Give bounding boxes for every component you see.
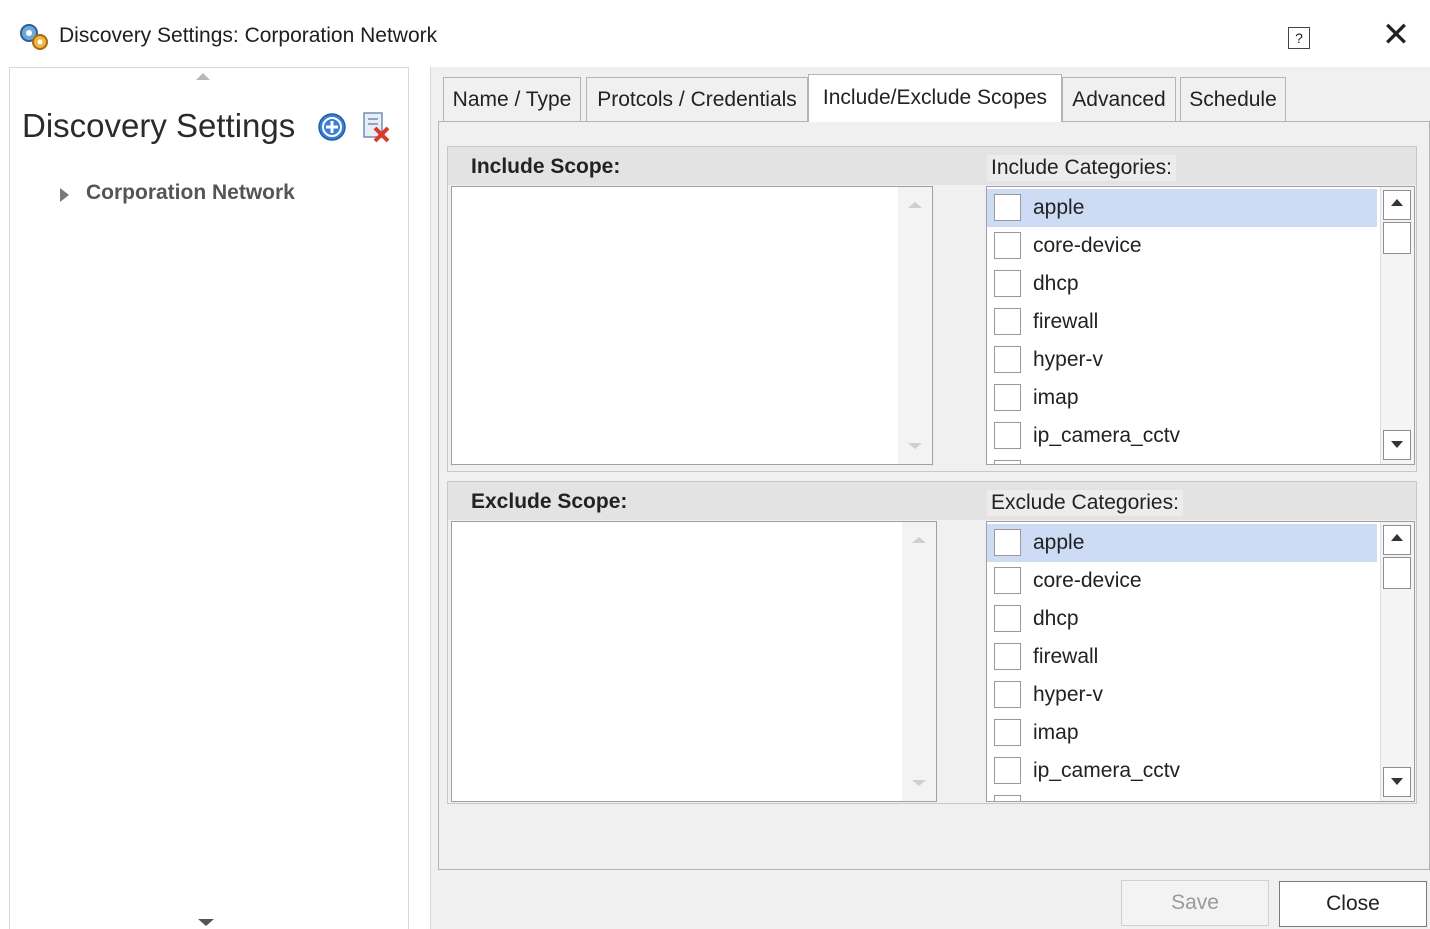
exclude-scope-label: Exclude Scope: <box>471 490 628 513</box>
scroll-up-icon[interactable] <box>908 202 922 208</box>
checkbox[interactable] <box>994 384 1021 411</box>
scroll-down-button[interactable] <box>1383 767 1411 797</box>
include-scope-label: Include Scope: <box>471 155 621 178</box>
list-item[interactable]: firewall <box>987 303 1377 341</box>
delete-icon[interactable] <box>360 110 392 144</box>
tab-advanced[interactable]: Advanced <box>1062 77 1176 121</box>
scroll-down-icon[interactable] <box>912 780 926 786</box>
exclude-categories-label: Exclude Categories: <box>987 490 1183 516</box>
add-icon[interactable] <box>316 112 348 142</box>
window-title: Discovery Settings: Corporation Network <box>59 24 438 47</box>
checkbox[interactable] <box>994 719 1021 746</box>
list-item[interactable]: core-device <box>987 562 1377 600</box>
checkbox[interactable] <box>994 422 1021 449</box>
scroll-down-button[interactable] <box>1383 430 1411 460</box>
tree-item-corporation-network[interactable]: Corporation Network <box>86 181 295 205</box>
list-item[interactable] <box>987 455 1377 464</box>
panel-title: Discovery Settings <box>22 107 296 144</box>
list-item[interactable]: hyper-v <box>987 341 1377 379</box>
exclude-scope-input[interactable] <box>451 521 937 802</box>
scroll-up-icon <box>1391 534 1403 541</box>
window-close-icon[interactable]: ✕ <box>1378 18 1414 54</box>
close-button[interactable]: Close <box>1279 881 1427 927</box>
checkbox[interactable] <box>994 270 1021 297</box>
include-categories-scrollbar[interactable] <box>1380 187 1414 464</box>
scroll-down-icon <box>1391 441 1403 448</box>
tree-expand-icon[interactable] <box>60 188 69 202</box>
scroll-down-icon <box>1391 778 1403 785</box>
checkbox[interactable] <box>994 232 1021 259</box>
tab-name-type[interactable]: Name / Type <box>443 77 581 121</box>
save-button[interactable]: Save <box>1121 880 1269 926</box>
list-item[interactable]: firewall <box>987 638 1377 676</box>
checkbox[interactable] <box>994 681 1021 708</box>
scroll-thumb[interactable] <box>1383 222 1411 254</box>
list-item[interactable]: ip_camera_cctv <box>987 417 1377 455</box>
list-item[interactable]: apple <box>987 524 1377 562</box>
help-button[interactable]: ? <box>1288 27 1310 49</box>
scroll-up-button[interactable] <box>1383 525 1411 555</box>
checkbox[interactable] <box>994 308 1021 335</box>
tab-include-exclude-scopes[interactable]: Include/Exclude Scopes <box>808 74 1062 122</box>
list-item[interactable]: ip_camera_cctv <box>987 752 1377 790</box>
list-item[interactable]: imap <box>987 714 1377 752</box>
checkbox[interactable] <box>994 194 1021 221</box>
list-item[interactable] <box>987 790 1377 801</box>
checkbox[interactable] <box>994 346 1021 373</box>
tab-schedule[interactable]: Schedule <box>1180 77 1286 121</box>
exclude-scope-scrollbar[interactable] <box>902 522 936 801</box>
panel-scroll-up-icon[interactable] <box>196 73 210 80</box>
exclude-categories-list[interactable]: apple core-device dhcp firewall hyper-v … <box>986 521 1415 802</box>
list-item[interactable]: core-device <box>987 227 1377 265</box>
scroll-up-icon <box>1391 199 1403 206</box>
list-item[interactable]: hyper-v <box>987 676 1377 714</box>
scroll-up-icon[interactable] <box>912 537 926 543</box>
checkbox[interactable] <box>994 605 1021 632</box>
checkbox[interactable] <box>994 567 1021 594</box>
include-categories-list[interactable]: apple core-device dhcp firewall hyper-v … <box>986 186 1415 465</box>
include-scope-scrollbar[interactable] <box>898 187 932 464</box>
scroll-down-icon[interactable] <box>908 443 922 449</box>
panel-scroll-down-icon[interactable] <box>198 919 214 926</box>
checkbox[interactable] <box>994 795 1021 801</box>
list-item[interactable]: dhcp <box>987 600 1377 638</box>
list-item[interactable]: apple <box>987 189 1377 227</box>
list-item[interactable]: imap <box>987 379 1377 417</box>
scroll-thumb[interactable] <box>1383 557 1411 589</box>
include-scope-input[interactable] <box>451 186 933 465</box>
tab-protocols-credentials[interactable]: Protcols / Credentials <box>586 77 808 121</box>
scroll-up-button[interactable] <box>1383 190 1411 220</box>
checkbox[interactable] <box>994 460 1021 464</box>
checkbox[interactable] <box>994 643 1021 670</box>
exclude-categories-scrollbar[interactable] <box>1380 522 1414 801</box>
list-item[interactable]: dhcp <box>987 265 1377 303</box>
checkbox[interactable] <box>994 529 1021 556</box>
app-gears-icon <box>18 22 50 52</box>
checkbox[interactable] <box>994 757 1021 784</box>
include-categories-label: Include Categories: <box>987 155 1176 181</box>
